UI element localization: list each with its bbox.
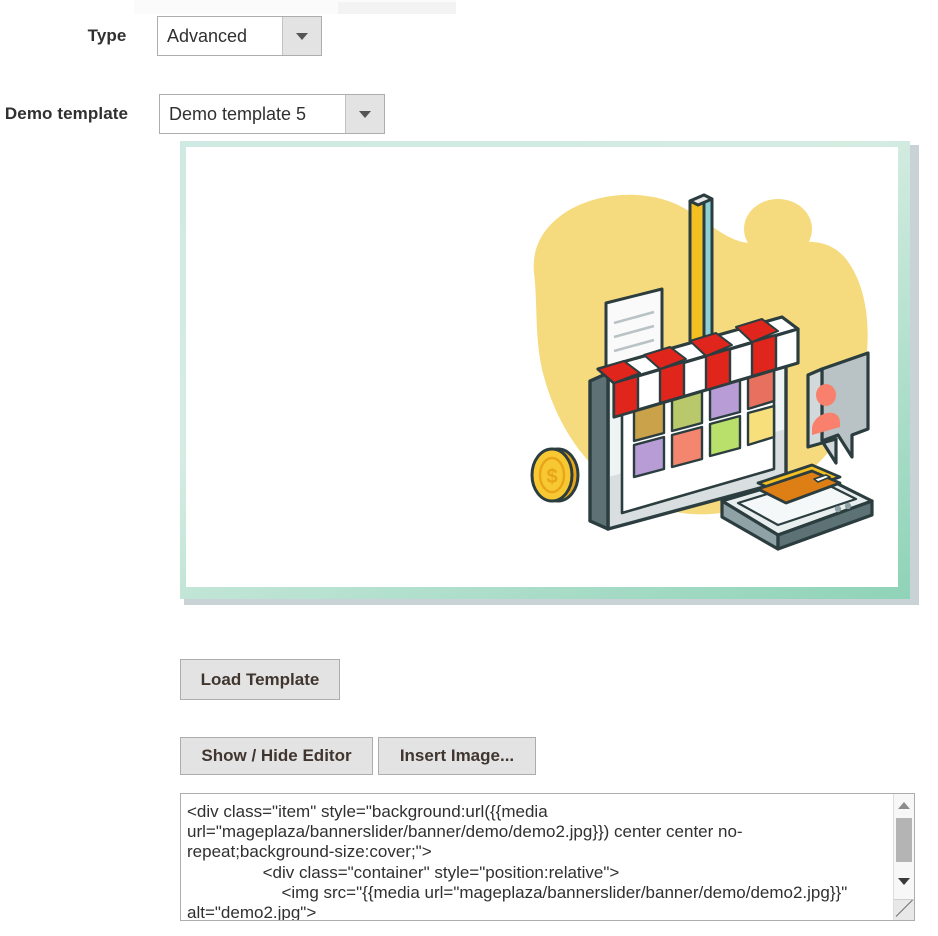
insert-image-button[interactable]: Insert Image... <box>378 737 536 775</box>
triangle-up-icon <box>898 802 910 809</box>
chevron-down-icon <box>359 111 371 118</box>
type-label: Type <box>0 26 126 46</box>
preview-canvas: $ <box>186 147 898 587</box>
type-field-row: Type Advanced <box>0 16 322 56</box>
online-shop-ecommerce-illustration: $ <box>486 177 886 577</box>
demo-template-select-value: Demo template 5 <box>160 95 345 133</box>
demo-template-field-row: Demo template Demo template 5 <box>0 94 385 134</box>
gold-coin: $ <box>532 449 578 501</box>
demo-template-select-arrow[interactable] <box>345 95 384 133</box>
template-code-textarea[interactable] <box>181 794 887 920</box>
chevron-down-icon <box>296 33 308 40</box>
template-preview-frame: $ <box>180 141 915 603</box>
yellow-circle <box>744 199 812 259</box>
type-select-arrow[interactable] <box>282 17 321 55</box>
demo-template-select[interactable]: Demo template 5 <box>159 94 385 134</box>
scroll-up-button[interactable] <box>894 796 914 814</box>
load-template-button[interactable]: Load Template <box>180 659 340 700</box>
demo-template-label: Demo template <box>0 104 128 124</box>
scrollbar-thumb[interactable] <box>896 818 912 862</box>
resize-grip-icon[interactable] <box>894 899 914 920</box>
svg-text:$: $ <box>546 466 557 488</box>
template-code-editor[interactable] <box>180 793 915 921</box>
triangle-down-icon <box>898 878 910 885</box>
code-editor-scrollbar[interactable] <box>893 794 914 920</box>
demo-template-panel: Type Advanced Demo template Demo templat… <box>0 0 938 936</box>
type-select[interactable]: Advanced <box>157 16 322 56</box>
show-hide-editor-button[interactable]: Show / Hide Editor <box>180 737 373 775</box>
scroll-down-button[interactable] <box>894 872 914 890</box>
type-select-value: Advanced <box>158 17 282 55</box>
clipped-field-above <box>338 2 456 14</box>
